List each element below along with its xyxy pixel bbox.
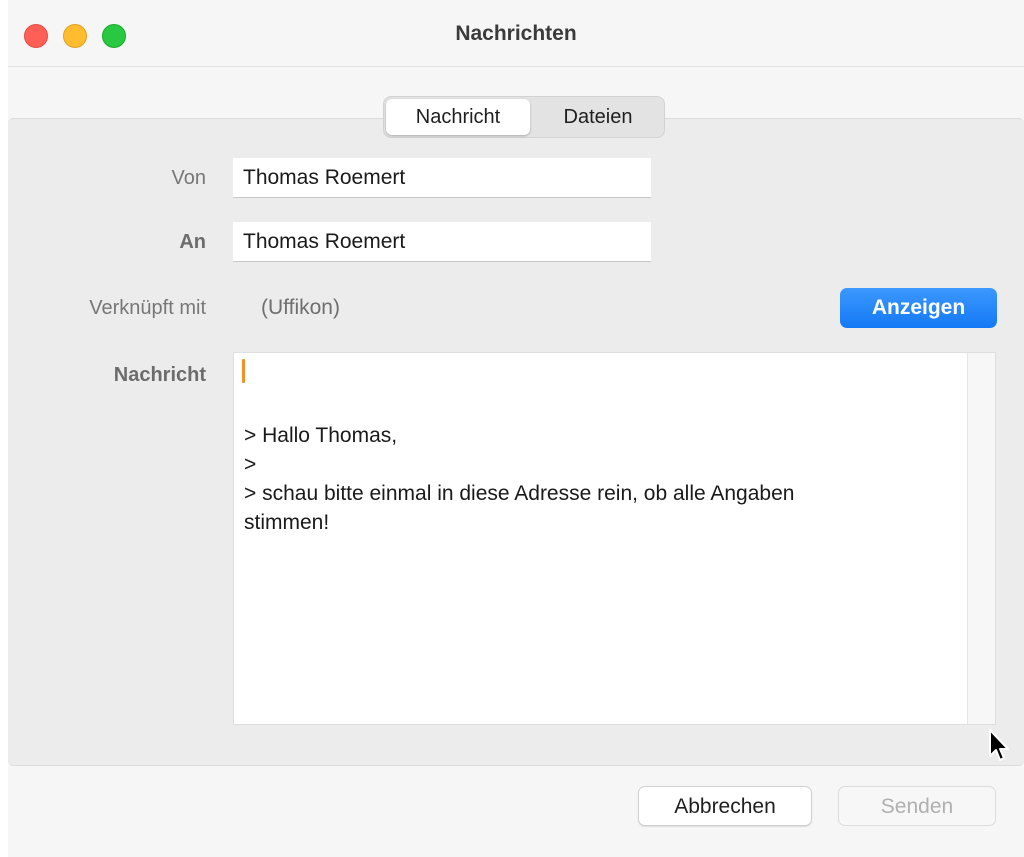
message-line bbox=[244, 353, 944, 386]
tab-dateien[interactable]: Dateien bbox=[532, 97, 664, 137]
message-window: Nachrichten Nachricht Dateien Von Thomas… bbox=[8, 0, 1024, 857]
title-bar: Nachrichten bbox=[8, 0, 1024, 67]
message-scrollbar[interactable] bbox=[967, 353, 995, 724]
window-title: Nachrichten bbox=[455, 22, 577, 45]
linked-with-value: (Uffikon) bbox=[261, 296, 340, 319]
to-field[interactable]: Thomas Roemert bbox=[233, 222, 651, 262]
message-line bbox=[244, 386, 944, 419]
message-line: > schau bitte einmal in diese Adresse re… bbox=[244, 482, 795, 505]
message-text: > Hallo Thomas, > > schau bitte einmal i… bbox=[244, 353, 944, 535]
message-label: Nachricht bbox=[113, 364, 206, 386]
tab-control: Nachricht Dateien bbox=[383, 96, 665, 138]
tab-nachricht[interactable]: Nachricht bbox=[386, 99, 530, 135]
from-label: Von bbox=[171, 167, 206, 189]
message-line: > Hallo Thomas, bbox=[244, 424, 398, 447]
show-button[interactable]: Anzeigen bbox=[840, 288, 997, 328]
message-line: > bbox=[244, 453, 257, 476]
cancel-button[interactable]: Abbrechen bbox=[638, 786, 812, 826]
send-button[interactable]: Senden bbox=[838, 786, 996, 826]
message-textarea[interactable]: > Hallo Thomas, > > schau bitte einmal i… bbox=[233, 352, 996, 725]
message-line: stimmen! bbox=[244, 511, 330, 534]
to-label: An bbox=[179, 231, 206, 253]
linked-with-label: Verknüpft mit bbox=[89, 297, 206, 319]
mouse-pointer-icon bbox=[989, 729, 1009, 761]
from-field[interactable]: Thomas Roemert bbox=[233, 158, 651, 198]
